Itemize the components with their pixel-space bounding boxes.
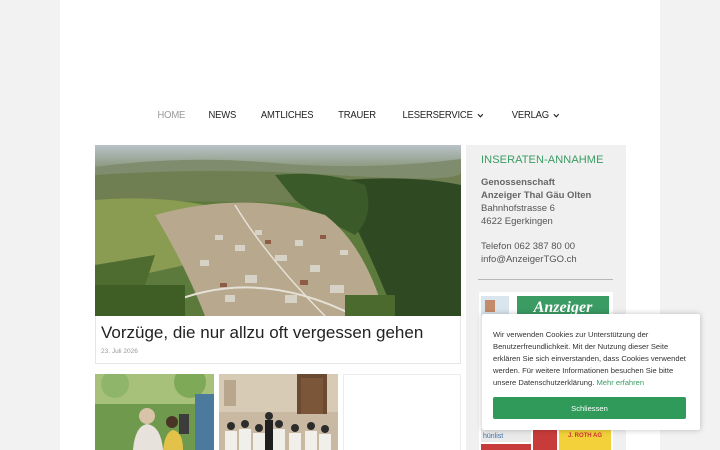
cookie-close-button[interactable]: Schliessen [493,397,686,419]
ad-company-text: J. ROTH AG [568,433,602,439]
sidebar-heading: INSERATEN-ANNAHME [481,154,604,166]
people-photo [95,374,214,450]
address-city: 4622 Egerkingen [481,216,553,227]
company-line-2: Anzeiger Thal Gäu Olten [481,190,592,201]
hero-image[interactable] [95,145,461,316]
article-thumbnail-2[interactable] [219,374,338,450]
nav-trauer-label: TRAUER [338,109,377,121]
cookie-banner: Wir verwenden Cookies zur Unterstützung … [482,314,700,430]
ad-small-text: hünlist [483,433,503,440]
article-date: 23. Juli 2026 [101,348,138,355]
article-title[interactable]: Vorzüge, die nur allzu oft vergessen geh… [101,323,423,343]
nav-home[interactable]: HOME [149,106,195,124]
nav-trauer[interactable]: TRAUER [329,106,385,124]
article-thumbnail-1[interactable] [95,374,214,450]
orchestra-photo [219,374,338,450]
nav-verlag[interactable]: VERLAG [503,106,570,124]
contact-phone[interactable]: Telefon 062 387 80 00 [481,240,575,253]
cookie-text: Wir verwenden Cookies zur Unterstützung … [493,329,691,389]
company-line-1: Genossenschaft [481,177,555,188]
nav-leserservice-label: LESERSERVICE [402,109,473,121]
nav-verlag-label: VERLAG [511,109,550,121]
address-street: Bahnhofstrasse 6 [481,203,555,214]
nav-news[interactable]: NEWS [200,106,246,124]
aerial-village-photo [95,145,461,316]
chevron-down-icon [553,113,560,118]
nav-leserservice[interactable]: LESERSERVICE [394,106,494,124]
hero-caption: Vorzüge, die nur allzu oft vergessen geh… [95,316,461,364]
sidebar-divider [478,279,613,280]
cookie-more-link[interactable]: Mehr erfahren [596,378,644,387]
article-thumbnail-3[interactable] [343,374,461,450]
main-nav: HOME NEWS AMTLICHES TRAUER LESERSERVICE … [0,106,720,124]
nav-amtliches[interactable]: AMTLICHES [252,106,322,124]
chevron-down-icon [477,113,484,118]
nav-amtliches-label: AMTLICHES [260,109,314,121]
nav-news-label: NEWS [208,109,237,121]
cookie-message: Wir verwenden Cookies zur Unterstützung … [493,330,686,387]
nav-home-label: HOME [158,109,186,121]
contact-email[interactable]: info@AnzeigerTGO.ch [481,253,577,266]
